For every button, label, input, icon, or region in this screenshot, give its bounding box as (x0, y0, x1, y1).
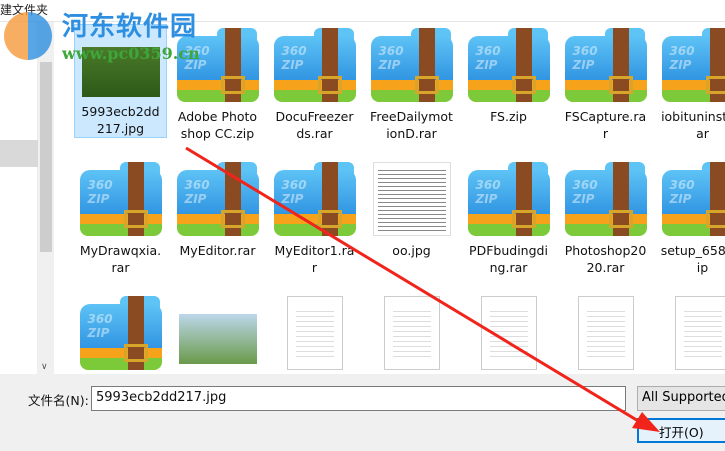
file-item[interactable] (462, 292, 555, 374)
file-item[interactable]: 360 ZIP PDFbudingding.rar (462, 158, 555, 276)
file-name: MyEditor.rar (179, 243, 256, 258)
file-name: Photoshop2020.rar (564, 243, 647, 275)
archive-icon: 360 ZIP (467, 28, 550, 102)
file-name: iobituninsta rar (661, 109, 725, 141)
file-item[interactable]: 360 ZIP MyEditor.rar (171, 158, 264, 259)
dialog-footer: 文件名(N): 5993ecb2dd217.jpg All Supported … (0, 374, 725, 451)
file-item[interactable]: 360ZIP setup_6583 zip (656, 158, 725, 276)
watermark-logo (4, 12, 52, 60)
open-button[interactable]: 打开(O) (637, 418, 725, 443)
scroll-down-icon[interactable]: ∨ (41, 362, 48, 372)
file-name: DocuFreezerds.rar (275, 109, 354, 141)
archive-icon: 360 ZIP (661, 162, 725, 236)
file-item[interactable] (171, 292, 264, 370)
navigation-pane[interactable] (0, 22, 38, 374)
archive-icon: 360 ZIP (176, 162, 259, 236)
file-item[interactable]: 360ZIP iobituninsta rar (656, 24, 725, 142)
document-icon (383, 296, 440, 370)
file-name: Adobe Photoshop CC.zip (177, 109, 258, 141)
file-item[interactable] (365, 292, 458, 374)
file-item[interactable] (559, 292, 652, 374)
archive-icon: 360 ZIP (273, 162, 356, 236)
nav-selected-item[interactable] (0, 140, 38, 167)
filename-label: 文件名(N): (28, 393, 89, 408)
archive-icon: 360 ZIP (370, 28, 453, 102)
file-item[interactable]: 360 ZIP FSCapture.rar (559, 24, 652, 142)
archive-icon: 360 ZIP (273, 28, 356, 102)
archive-icon: 360 ZIP (79, 162, 162, 236)
archive-icon: 360 ZIP (467, 162, 550, 236)
file-item[interactable] (268, 292, 361, 374)
file-name: FreeDailymotionD.rar (370, 109, 453, 141)
file-item[interactable]: oo.jpg (365, 158, 458, 259)
archive-icon: 360 ZIP (564, 162, 647, 236)
file-name: PDFbudingding.rar (469, 243, 548, 275)
file-item[interactable]: 360 ZIP FS.zip (462, 24, 555, 125)
file-item[interactable]: 360 ZIP FreeDailymotionD.rar (365, 24, 458, 142)
file-name: 5993ecb2dd217.jpg (81, 104, 160, 136)
file-name: FSCapture.rar (564, 109, 647, 141)
file-item[interactable]: 360 ZIP Photoshop2020.rar (559, 158, 652, 276)
file-item[interactable] (656, 292, 725, 374)
file-item[interactable]: 360 ZIP (74, 292, 167, 374)
document-icon (480, 296, 537, 370)
file-name: MyEditor1.rar (274, 243, 355, 275)
file-name: oo.jpg (392, 243, 431, 258)
file-name: setup_6583 zip (660, 243, 725, 275)
document-icon (674, 296, 725, 370)
file-item[interactable]: 360 ZIP DocuFreezerds.rar (268, 24, 361, 142)
file-item[interactable]: 360 ZIP MyEditor1.rar (268, 158, 361, 276)
file-type-select[interactable]: All Supported (637, 386, 725, 411)
filename-input[interactable]: 5993ecb2dd217.jpg (91, 386, 626, 411)
archive-icon: 360 ZIP (564, 28, 647, 102)
file-name: MyDrawqxia.rar (79, 243, 162, 275)
file-name: FS.zip (490, 109, 527, 124)
archive-icon: 360 ZIP (79, 296, 162, 370)
image-thumbnail (178, 314, 257, 364)
file-item[interactable]: 360 ZIP MyDrawqxia.rar (74, 158, 167, 276)
document-icon (577, 296, 634, 370)
file-grid: 5993ecb2dd217.jpg 360 ZIP Adobe Photoshop C… (70, 22, 725, 374)
image-thumbnail (372, 162, 451, 236)
scrollbar-thumb[interactable] (40, 62, 52, 252)
archive-icon: 360 ZIP (661, 28, 725, 102)
watermark-name: 河东软件园 (62, 12, 198, 42)
nav-scrollbar[interactable]: ∨ (38, 22, 54, 374)
watermark-url: www.pc0359.cn (62, 44, 200, 63)
document-icon (286, 296, 343, 370)
